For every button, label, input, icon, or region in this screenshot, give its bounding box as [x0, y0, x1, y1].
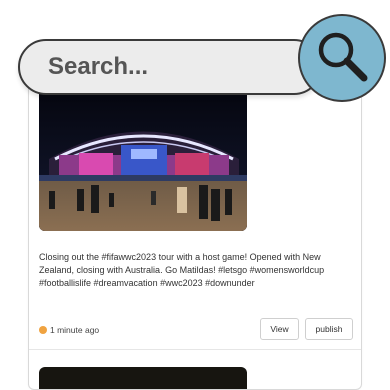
divider	[29, 349, 361, 350]
search-button[interactable]	[298, 14, 386, 102]
post-caption: Closing out the #fifawwc2023 tour with a…	[39, 252, 325, 288]
post-timestamp: 1 minute ago	[39, 325, 99, 335]
post-image	[39, 89, 247, 231]
post-feed: Closing out the #fifawwc2023 tour with a…	[28, 58, 362, 390]
timestamp-text: 1 minute ago	[50, 325, 100, 335]
view-button[interactable]: View	[260, 318, 299, 340]
clock-icon	[39, 326, 47, 334]
search-bar[interactable]	[18, 39, 322, 95]
publish-button[interactable]: publish	[305, 318, 353, 340]
search-input[interactable]	[46, 49, 310, 85]
search-icon	[318, 32, 368, 82]
next-post-image	[39, 367, 247, 389]
